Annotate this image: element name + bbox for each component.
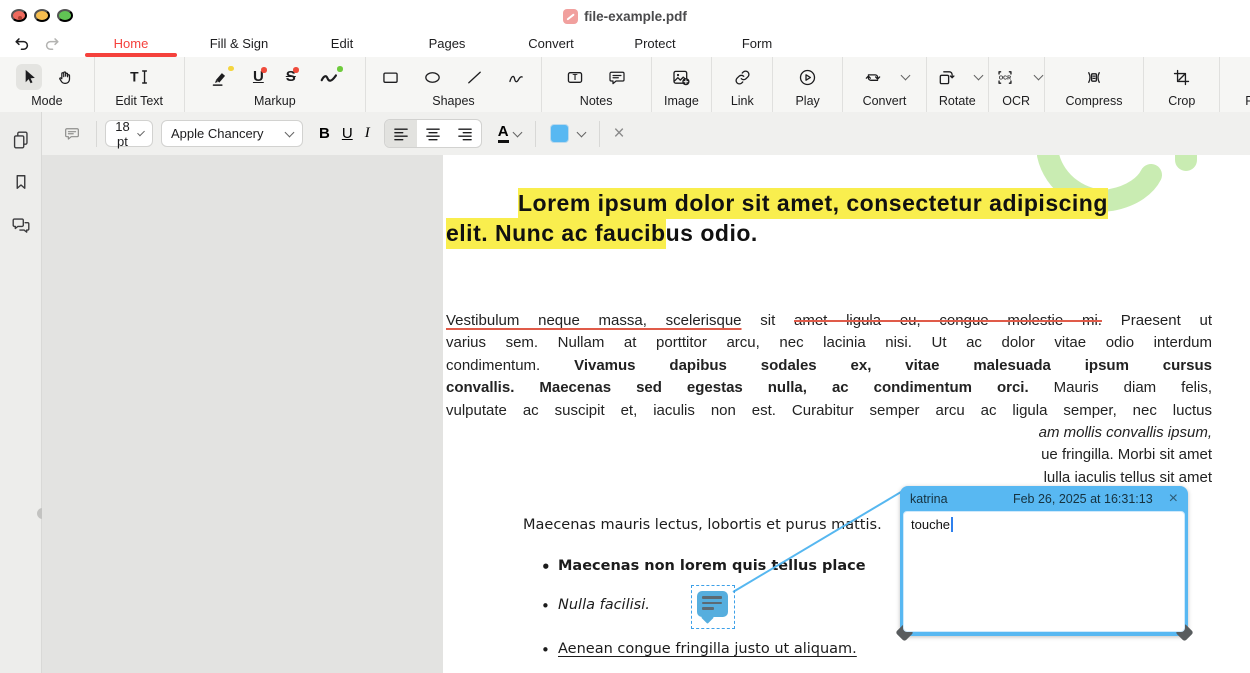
document-area: Lorem ipsum dolor sit amet, consectetur …	[42, 155, 1250, 673]
tab-fill-sign[interactable]: Fill & Sign	[206, 32, 273, 56]
play-icon[interactable]	[794, 64, 821, 91]
hand-tool-button[interactable]	[52, 64, 78, 90]
pointer-tool-button[interactable]	[16, 64, 42, 90]
ocr-icon[interactable]: OCR	[990, 64, 1020, 91]
text-cursor	[951, 517, 953, 532]
svg-text:T: T	[130, 69, 139, 85]
red-underline-annotation[interactable]: Vestibulum neque massa, scelerisque	[446, 312, 742, 329]
insert-image-icon[interactable]	[667, 64, 695, 91]
toolbar-group-protect: Protect	[1220, 57, 1250, 112]
toolbar-group-ocr: OCR OCR	[989, 57, 1045, 112]
link-icon[interactable]	[729, 64, 756, 91]
bold-button[interactable]: B	[313, 123, 336, 144]
toolbar-group-image: Image	[652, 57, 713, 112]
toolbar-group-link: Link	[712, 57, 773, 112]
zoom-window-button[interactable]	[57, 9, 73, 22]
sticky-note-icon	[697, 591, 728, 617]
compress-icon[interactable]	[1080, 64, 1108, 91]
partially-erased-line: am mollis convallis ipsum,	[446, 422, 1212, 444]
ellipse-shape-icon[interactable]	[419, 64, 446, 91]
rotate-icon[interactable]	[932, 64, 960, 91]
toolbar-group-compress: Compress	[1045, 57, 1145, 112]
toolbar-group-markup: U S Markup	[185, 57, 367, 112]
font-size-select[interactable]: 18 pt	[105, 120, 153, 147]
ribbon-tab-bar: Home Fill & Sign Edit Pages Convert Prot…	[0, 32, 1250, 58]
highlight-tool-icon[interactable]	[207, 64, 234, 91]
convert-icon[interactable]	[859, 64, 887, 91]
tab-pages[interactable]: Pages	[425, 32, 470, 56]
toolbar: Mode T Edit Text U	[0, 57, 1250, 113]
toolbar-group-rotate: Rotate	[927, 57, 989, 112]
popup-author: katrina	[910, 492, 948, 506]
tab-form[interactable]: Form	[738, 32, 776, 56]
align-center-icon[interactable]	[417, 120, 449, 147]
freehand-draw-icon[interactable]	[503, 64, 530, 91]
tab-protect[interactable]: Protect	[630, 32, 679, 56]
paragraph: Vestibulum neque massa, scelerisque sit …	[446, 310, 1212, 489]
svg-text:T: T	[573, 73, 578, 82]
red-strikethrough-annotation[interactable]: amet ligula eu, congue molestie mi.	[794, 312, 1102, 329]
comment-toggle-icon[interactable]	[56, 122, 88, 145]
document-heading: Lorem ipsum dolor sit amet, consectetur …	[446, 188, 1226, 248]
redo-icon[interactable]	[40, 33, 64, 55]
popup-text-area[interactable]: touche	[903, 511, 1185, 632]
toolbar-group-edit-text: T Edit Text	[95, 57, 185, 112]
convert-dropdown-chevron-icon[interactable]	[901, 71, 911, 81]
tab-convert[interactable]: Convert	[524, 32, 578, 56]
italic-button[interactable]: I	[359, 123, 376, 144]
underline-tool-icon[interactable]: U	[250, 65, 267, 89]
list-item: Aenean congue fringilla justo ut aliquam…	[523, 641, 857, 657]
align-right-icon[interactable]	[449, 120, 481, 147]
pdf-page: Lorem ipsum dolor sit amet, consectetur …	[443, 155, 1250, 673]
edit-text-button[interactable]: T	[124, 63, 154, 91]
toolbar-group-notes: T Notes	[542, 57, 652, 112]
alignment-group	[384, 119, 482, 148]
strikethrough-tool-icon[interactable]: S	[283, 65, 299, 89]
highlight-annotation[interactable]: Lorem ipsum dolor sit amet, consectetur …	[518, 188, 1108, 219]
bookmarks-icon[interactable]	[8, 169, 34, 195]
toolbar-group-shapes: Shapes	[366, 57, 542, 112]
undo-icon[interactable]	[10, 33, 34, 55]
text-color-button[interactable]: A	[492, 122, 527, 145]
popup-close-icon[interactable]: ×	[1167, 491, 1180, 507]
comment-note-icon[interactable]	[603, 64, 631, 91]
tab-edit[interactable]: Edit	[327, 32, 357, 56]
app-window: file-example.pdf Home Fill & Sign Edit P…	[0, 0, 1250, 673]
window-title: file-example.pdf	[0, 0, 1250, 32]
left-sidebar	[0, 112, 42, 673]
font-family-select[interactable]: Apple Chancery	[161, 120, 303, 147]
active-tab-indicator	[85, 53, 177, 57]
list-item: Nulla facilisi.	[523, 597, 650, 613]
highlight-annotation[interactable]: elit. Nunc ac faucib	[446, 218, 666, 249]
comment-popup[interactable]: katrina Feb 26, 2025 at 16:31:13 × touch…	[900, 486, 1188, 636]
toolbar-group-convert: Convert	[843, 57, 927, 112]
svg-text:OCR: OCR	[999, 75, 1011, 81]
align-left-icon[interactable]	[385, 120, 417, 147]
rotate-dropdown-chevron-icon[interactable]	[974, 71, 984, 81]
underline-button[interactable]: U	[336, 123, 359, 144]
format-bar: 18 pt Apple Chancery B U I A	[0, 112, 1250, 156]
titlebar: file-example.pdf	[0, 0, 1250, 32]
line-shape-icon[interactable]	[461, 64, 488, 91]
comments-panel-icon[interactable]	[8, 212, 34, 238]
rectangle-shape-icon[interactable]	[377, 64, 404, 91]
toolbar-group-crop: Crop	[1144, 57, 1220, 112]
partially-erased-line: ue fringilla. Morbi sit amet	[446, 444, 1212, 466]
text-box-icon[interactable]: T	[561, 64, 589, 91]
close-window-button[interactable]	[11, 9, 27, 22]
annotation-color-swatch[interactable]	[544, 122, 591, 145]
sticky-note-annotation[interactable]	[691, 585, 735, 629]
ocr-dropdown-chevron-icon[interactable]	[1034, 71, 1044, 81]
popup-timestamp: Feb 26, 2025 at 16:31:13	[1013, 492, 1153, 506]
list-item: Maecenas non lorem quis tellus place	[523, 558, 866, 574]
format-bar-close-button[interactable]: ×	[608, 124, 631, 143]
toolbar-group-mode: Mode	[0, 57, 95, 112]
toolbar-group-play: Play	[773, 57, 843, 112]
page-thumbnails-icon[interactable]	[8, 127, 34, 153]
crop-icon[interactable]	[1168, 64, 1195, 91]
minimize-window-button[interactable]	[34, 9, 50, 22]
pdf-file-icon	[563, 9, 578, 24]
popup-header[interactable]: katrina Feb 26, 2025 at 16:31:13 ×	[900, 486, 1188, 511]
squiggle-tool-icon[interactable]	[315, 64, 343, 90]
